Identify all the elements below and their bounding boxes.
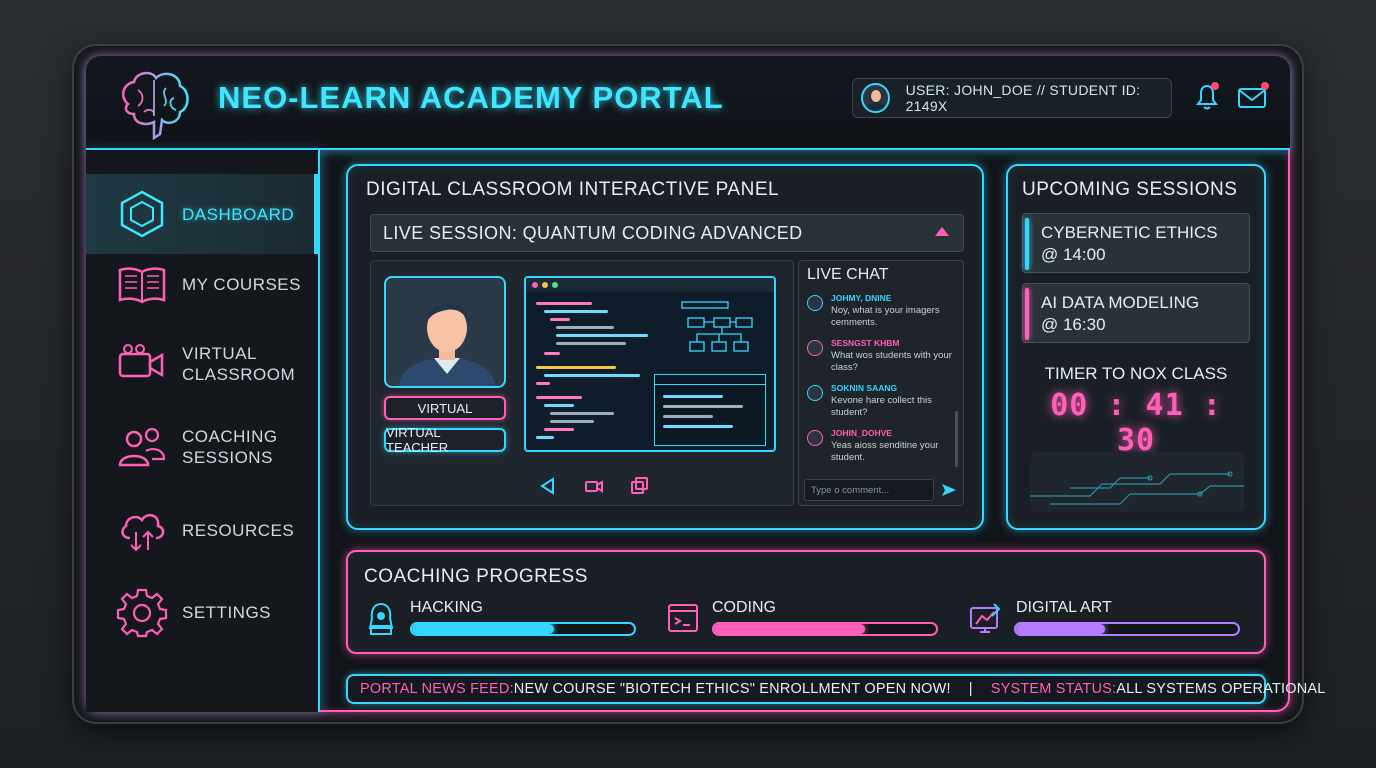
chat-text: Kevone hare collect this student? <box>831 395 932 418</box>
sidebar-item-label: RESOURCES <box>182 520 295 540</box>
sidebar-item-my-courses[interactable]: MY COURSES <box>86 244 318 324</box>
book-icon <box>118 267 166 304</box>
classroom-panel-title: DIGITAL CLASSROOM INTERACTIVE PANEL <box>366 179 780 200</box>
sidebar-item-label: MY COURSES <box>182 274 301 294</box>
brain-logo-icon <box>121 71 189 140</box>
live-chat-title: LIVE CHAT <box>807 266 889 283</box>
circuit-decoration <box>1030 452 1244 512</box>
skill-label: DIGITAL ART <box>1016 599 1112 616</box>
chat-author: JOHIN_DOHVE <box>831 428 892 438</box>
session-time: @ 16:30 <box>1041 315 1106 334</box>
sidebar-item-settings[interactable]: SETTINGS <box>86 572 318 652</box>
people-icon <box>118 427 166 467</box>
session-card[interactable]: CYBERNETIC ETHICS @ 14:00 <box>1022 213 1250 273</box>
timer-label: TIMER TO NOX CLASS <box>1044 364 1228 383</box>
sidebar-item-coaching-sessions[interactable]: COACHING SESSIONS <box>86 407 318 487</box>
live-session-bar[interactable]: LIVE SESSION: QUANTUM CODING ADVANCED <box>370 214 964 252</box>
user-id-label: USER: JOHN_DOE // STUDENT ID: 2149X <box>905 82 1141 114</box>
chat-text: What wos students with your class? <box>831 350 952 373</box>
app-title: NEO-LEARN ACADEMY PORTAL <box>218 80 724 115</box>
hexagon-icon <box>120 190 164 238</box>
send-icon[interactable] <box>940 481 958 499</box>
user-profile-chip[interactable]: USER: JOHN_DOE // STUDENT ID: 2149X <box>852 78 1172 118</box>
back-icon[interactable] <box>538 476 558 496</box>
sidebar-item-label: DASHBOARD <box>182 204 295 224</box>
skill-label: HACKING <box>410 599 483 616</box>
mail-icon[interactable] <box>1236 80 1272 112</box>
progress-track <box>1014 622 1240 636</box>
sidebar-item-label: SETTINGS <box>182 602 272 622</box>
chat-text: Yeas aioss senditine your student. <box>831 440 939 463</box>
chat-author: SOKNIN SAANG <box>831 383 898 393</box>
system-status-text: ALL SYSTEMS OPERATIONAL <box>1116 681 1326 697</box>
upcoming-sessions-title: UPCOMING SESSIONS <box>1022 179 1238 200</box>
virtual-teacher-video[interactable] <box>384 276 506 388</box>
avatar <box>807 340 823 356</box>
session-card[interactable]: AI DATA MODELING @ 16:30 <box>1022 283 1250 343</box>
virtual-button[interactable]: VIRTUAL <box>384 396 506 420</box>
sidebar-item-dashboard[interactable]: DASHBOARD <box>86 174 318 254</box>
hacker-icon <box>368 602 394 635</box>
system-status-key: SYSTEM STATUS: <box>990 681 1117 697</box>
progress-fill <box>1016 624 1105 634</box>
avatar <box>807 295 823 311</box>
gear-icon <box>116 588 168 638</box>
sidebar-item-resources[interactable]: RESOURCES <box>86 490 318 570</box>
flowchart-icon <box>681 301 753 352</box>
chat-scrollbar[interactable] <box>955 411 958 467</box>
session-name: CYBERNETIC ETHICS <box>1041 223 1218 242</box>
news-ticker: PORTAL NEWS FEED: NEW COURSE "BIOTECH ET… <box>346 674 1325 704</box>
chat-message: SOKNIN SAANG Kevone hare collect this st… <box>807 383 957 423</box>
session-time: @ 14:00 <box>1041 245 1106 264</box>
chat-message: SESNGST KHBM What wos students with your… <box>807 338 957 378</box>
news-feed-key: PORTAL NEWS FEED: <box>360 681 514 697</box>
countdown-timer: 00 : 41 : 30 <box>1050 388 1222 458</box>
avatar <box>861 83 890 113</box>
screen-share-icon[interactable] <box>630 476 650 496</box>
sidebar-item-label: COACHING SESSIONS <box>182 427 278 467</box>
terminal-icon <box>668 604 698 632</box>
progress-track <box>712 622 938 636</box>
coaching-progress-title: COACHING PROGRESS <box>364 566 588 587</box>
progress-track <box>410 622 636 636</box>
avatar <box>807 385 823 401</box>
avatar <box>807 430 823 446</box>
sidebar-item-virtual-classroom[interactable]: VIRTUAL CLASSROOM <box>86 324 318 404</box>
live-chat-panel: LIVE CHAT JOHMY, DNINE Noy, what is your… <box>798 260 964 506</box>
sidebar: DASHBOARD MY COURSES VIRTUAL CLASSROOM C… <box>86 150 320 712</box>
chat-message: JOHMY, DNINE Noy, what is your imagers c… <box>807 293 957 333</box>
code-editor-window <box>524 276 776 452</box>
chat-author: JOHMY, DNINE <box>831 293 892 303</box>
camera-icon[interactable] <box>584 476 604 496</box>
chat-message: JOHIN_DOHVE Yeas aioss senditine your st… <box>807 428 957 468</box>
ticker-separator: | <box>968 681 973 697</box>
drawing-tablet-icon <box>970 603 1001 633</box>
video-camera-icon <box>118 344 164 378</box>
bell-icon[interactable] <box>1192 80 1222 112</box>
chat-input[interactable] <box>804 479 934 501</box>
session-name: AI DATA MODELING <box>1041 293 1200 312</box>
virtual-teacher-button[interactable]: VIRTUAL TEACHER <box>384 425 506 455</box>
skill-label: CODING <box>712 599 776 616</box>
live-session-title: LIVE SESSION: QUANTUM CODING ADVANCED <box>383 223 803 243</box>
news-feed-text[interactable]: NEW COURSE "BIOTECH ETHICS" ENROLLMENT O… <box>514 681 951 697</box>
cloud-sync-icon <box>121 513 165 552</box>
chat-text: Noy, what is your imagers cemments. <box>831 305 940 328</box>
chevron-up-icon[interactable] <box>935 227 949 236</box>
chat-author: SESNGST KHBM <box>831 338 900 348</box>
sidebar-item-label: VIRTUAL CLASSROOM <box>182 344 296 384</box>
progress-fill <box>412 624 555 634</box>
teacher-avatar-icon <box>398 303 496 386</box>
progress-fill <box>714 624 865 634</box>
